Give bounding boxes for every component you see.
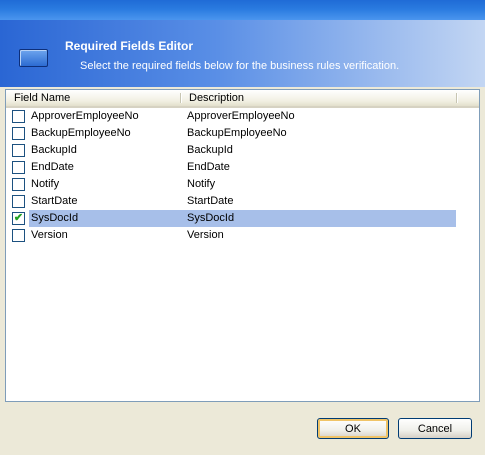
- dialog-header: Required Fields Editor Select the requir…: [0, 20, 485, 87]
- description-cell: StartDate: [187, 195, 234, 207]
- description-cell: Version: [187, 229, 224, 241]
- field-name-cell: BackupEmployeeNo: [31, 127, 131, 139]
- field-name-cell: EndDate: [31, 161, 74, 173]
- description-cell: BackupEmployeeNo: [187, 127, 287, 139]
- description-cell: ApproverEmployeeNo: [187, 110, 295, 122]
- field-name-cell: Notify: [31, 178, 60, 190]
- field-checkbox[interactable]: [12, 195, 25, 208]
- column-header-description[interactable]: Description: [181, 90, 456, 106]
- list-column-header: Field Name Description: [6, 90, 479, 108]
- list-item[interactable]: ApproverEmployeeNo ApproverEmployeeNo: [6, 108, 479, 125]
- field-checkbox[interactable]: [12, 144, 25, 157]
- list-item[interactable]: Notify Notify: [6, 176, 479, 193]
- dialog-subtitle: Select the required fields below for the…: [80, 60, 400, 72]
- field-checkbox[interactable]: [12, 178, 25, 191]
- field-name-cell: Version: [31, 229, 68, 241]
- cancel-button[interactable]: Cancel: [398, 418, 472, 439]
- selection-highlight: [29, 210, 456, 227]
- field-name-cell: SysDocId: [31, 212, 79, 224]
- list-item[interactable]: Version Version: [6, 227, 479, 244]
- description-cell: SysDocId: [187, 212, 235, 224]
- window-titlebar: [0, 0, 485, 20]
- field-name-cell: BackupId: [31, 144, 77, 156]
- field-checkbox[interactable]: [12, 127, 25, 140]
- window-icon: [19, 49, 48, 67]
- field-name-cell: StartDate: [31, 195, 78, 207]
- field-checkbox[interactable]: ✔: [12, 212, 25, 225]
- list-item[interactable]: ✔ SysDocId SysDocId: [6, 210, 479, 227]
- description-cell: EndDate: [187, 161, 230, 173]
- fields-list[interactable]: Field Name Description ApproverEmployeeN…: [5, 89, 480, 402]
- list-item[interactable]: BackupId BackupId: [6, 142, 479, 159]
- list-item[interactable]: EndDate EndDate: [6, 159, 479, 176]
- field-checkbox[interactable]: [12, 229, 25, 242]
- field-checkbox[interactable]: [12, 161, 25, 174]
- description-cell: BackupId: [187, 144, 233, 156]
- description-cell: Notify: [187, 178, 216, 190]
- checkmark-icon: ✔: [13, 212, 24, 224]
- list-item[interactable]: StartDate StartDate: [6, 193, 479, 210]
- list-item[interactable]: BackupEmployeeNo BackupEmployeeNo: [6, 125, 479, 142]
- column-header-field-name[interactable]: Field Name: [6, 90, 180, 106]
- field-checkbox[interactable]: [12, 110, 25, 123]
- dialog-title: Required Fields Editor: [65, 39, 194, 53]
- field-name-cell: ApproverEmployeeNo: [31, 110, 139, 122]
- list-rows: ApproverEmployeeNo ApproverEmployeeNo Back…: [6, 108, 479, 244]
- ok-button[interactable]: OK: [317, 418, 389, 439]
- column-divider[interactable]: [456, 93, 457, 103]
